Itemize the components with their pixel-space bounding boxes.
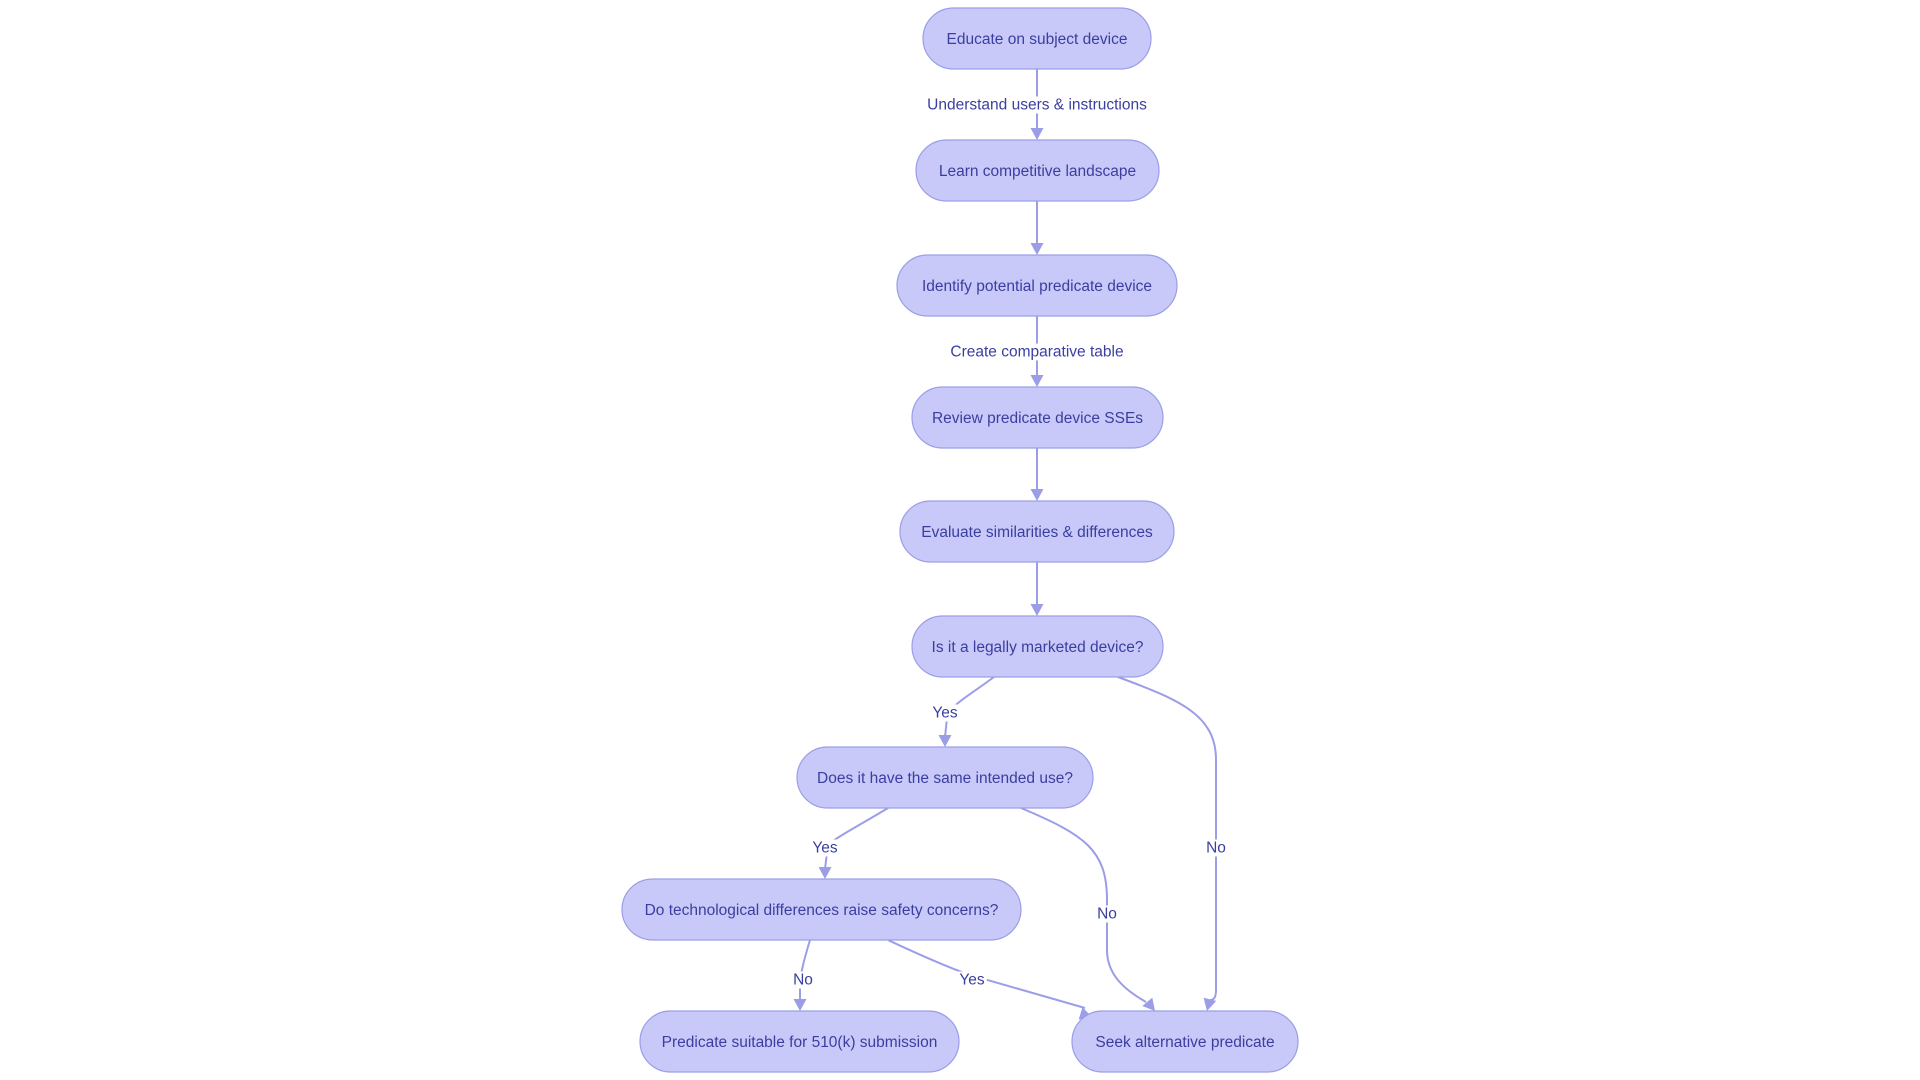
edge-label: Yes	[930, 704, 960, 722]
edge-legal-to-seek	[1117, 676, 1217, 1011]
arrowhead-icon	[1203, 997, 1217, 1011]
edge-line	[1117, 676, 1217, 1001]
edge-line	[799, 939, 811, 1001]
edge-line	[824, 807, 889, 870]
node-label: Does it have the same intended use?	[817, 770, 1073, 787]
edge-label: Yes	[810, 839, 840, 857]
edge-label-text: Yes	[812, 840, 838, 857]
arrowhead-icon	[793, 999, 807, 1011]
node-tech[interactable]: Do technological differences raise safet…	[621, 878, 1022, 941]
node-label: Learn competitive landscape	[939, 163, 1136, 180]
node-label: Review predicate device SSEs	[932, 410, 1143, 427]
node-label: Identify potential predicate device	[922, 278, 1152, 295]
node-educate[interactable]: Educate on subject device	[922, 7, 1152, 70]
edge-learn-to-identify	[1030, 201, 1044, 255]
arrowhead-icon	[1030, 243, 1044, 255]
arrowhead-icon	[1142, 997, 1155, 1011]
edge-label: Yes	[957, 971, 987, 989]
edge-label-text: No	[793, 972, 813, 989]
node-label: Educate on subject device	[947, 31, 1128, 48]
edge-review-to-evaluate	[1030, 448, 1044, 501]
node-review[interactable]: Review predicate device SSEs	[911, 386, 1164, 449]
node-seek[interactable]: Seek alternative predicate	[1071, 1010, 1299, 1073]
edge-label-text: Understand users & instructions	[927, 97, 1147, 114]
node-label: Predicate suitable for 510(k) submission	[662, 1034, 938, 1051]
edge-label: Understand users & instructions	[925, 96, 1150, 114]
edge-label-text: Yes	[932, 705, 958, 722]
edge-label-text: Create comparative table	[950, 344, 1123, 361]
node-legal[interactable]: Is it a legally marketed device?	[911, 615, 1164, 678]
flowchart-diagram: Educate on subject device Learn competiti…	[621, 7, 1299, 1073]
node-identify[interactable]: Identify potential predicate device	[896, 254, 1178, 317]
nodes-layer: Educate on subject device Learn competiti…	[621, 7, 1299, 1073]
arrowhead-icon	[1030, 489, 1044, 501]
arrowhead-icon	[818, 867, 832, 879]
node-label: Do technological differences raise safet…	[645, 902, 999, 919]
node-label: Seek alternative predicate	[1095, 1034, 1274, 1051]
node-label: Is it a legally marketed device?	[932, 639, 1144, 656]
edge-intended-to-seek	[1020, 807, 1155, 1011]
edge-label-text: Yes	[959, 972, 985, 989]
arrowhead-icon	[1030, 375, 1044, 387]
node-evaluate[interactable]: Evaluate similarities & differences	[899, 500, 1175, 563]
node-learn[interactable]: Learn competitive landscape	[915, 139, 1160, 202]
edge-label: No	[791, 971, 815, 989]
arrowhead-icon	[1030, 604, 1044, 616]
arrowhead-icon	[1030, 128, 1044, 140]
node-intended[interactable]: Does it have the same intended use?	[796, 746, 1094, 809]
edge-label: Create comparative table	[948, 343, 1126, 361]
edge-label-text: No	[1206, 840, 1226, 857]
node-suitable[interactable]: Predicate suitable for 510(k) submission	[639, 1010, 960, 1073]
edge-label: No	[1095, 905, 1119, 923]
edge-label: No	[1204, 839, 1228, 857]
edge-label-text: No	[1097, 906, 1117, 923]
edge-evaluate-to-legal	[1030, 562, 1044, 616]
edge-line	[1020, 807, 1147, 1003]
arrowhead-icon	[938, 735, 952, 747]
edge-tech-to-seek	[887, 939, 1092, 1020]
node-label: Evaluate similarities & differences	[921, 524, 1153, 541]
